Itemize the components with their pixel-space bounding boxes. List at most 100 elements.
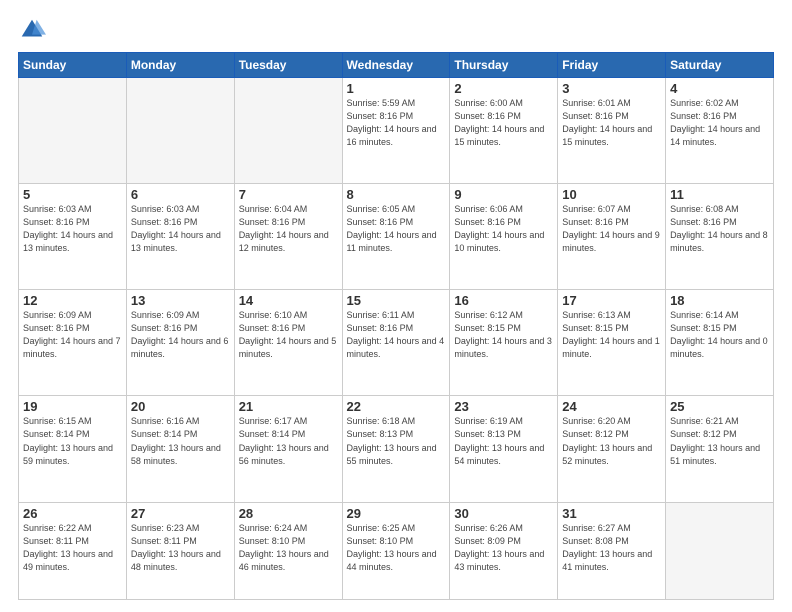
weekday-header-tuesday: Tuesday — [234, 53, 342, 78]
day-number: 17 — [562, 293, 661, 308]
day-number: 3 — [562, 81, 661, 96]
day-info: Sunrise: 6:25 AM Sunset: 8:10 PM Dayligh… — [347, 522, 446, 574]
day-number: 31 — [562, 506, 661, 521]
day-number: 18 — [670, 293, 769, 308]
calendar-table: SundayMondayTuesdayWednesdayThursdayFrid… — [18, 52, 774, 600]
weekday-header-thursday: Thursday — [450, 53, 558, 78]
day-info: Sunrise: 6:14 AM Sunset: 8:15 PM Dayligh… — [670, 309, 769, 361]
day-info: Sunrise: 6:20 AM Sunset: 8:12 PM Dayligh… — [562, 415, 661, 467]
day-info: Sunrise: 6:27 AM Sunset: 8:08 PM Dayligh… — [562, 522, 661, 574]
day-info: Sunrise: 6:26 AM Sunset: 8:09 PM Dayligh… — [454, 522, 553, 574]
header — [18, 16, 774, 44]
day-number: 27 — [131, 506, 230, 521]
calendar-cell: 30Sunrise: 6:26 AM Sunset: 8:09 PM Dayli… — [450, 502, 558, 599]
day-info: Sunrise: 6:12 AM Sunset: 8:15 PM Dayligh… — [454, 309, 553, 361]
day-number: 4 — [670, 81, 769, 96]
day-info: Sunrise: 6:08 AM Sunset: 8:16 PM Dayligh… — [670, 203, 769, 255]
calendar-cell: 23Sunrise: 6:19 AM Sunset: 8:13 PM Dayli… — [450, 396, 558, 502]
day-number: 16 — [454, 293, 553, 308]
day-info: Sunrise: 6:10 AM Sunset: 8:16 PM Dayligh… — [239, 309, 338, 361]
day-info: Sunrise: 6:21 AM Sunset: 8:12 PM Dayligh… — [670, 415, 769, 467]
day-info: Sunrise: 6:09 AM Sunset: 8:16 PM Dayligh… — [131, 309, 230, 361]
calendar-cell — [234, 78, 342, 184]
page: SundayMondayTuesdayWednesdayThursdayFrid… — [0, 0, 792, 612]
weekday-header-row: SundayMondayTuesdayWednesdayThursdayFrid… — [19, 53, 774, 78]
day-number: 19 — [23, 399, 122, 414]
day-info: Sunrise: 6:22 AM Sunset: 8:11 PM Dayligh… — [23, 522, 122, 574]
day-info: Sunrise: 6:23 AM Sunset: 8:11 PM Dayligh… — [131, 522, 230, 574]
day-number: 11 — [670, 187, 769, 202]
calendar-cell: 22Sunrise: 6:18 AM Sunset: 8:13 PM Dayli… — [342, 396, 450, 502]
day-info: Sunrise: 6:16 AM Sunset: 8:14 PM Dayligh… — [131, 415, 230, 467]
day-info: Sunrise: 6:24 AM Sunset: 8:10 PM Dayligh… — [239, 522, 338, 574]
day-number: 15 — [347, 293, 446, 308]
calendar-week-5: 26Sunrise: 6:22 AM Sunset: 8:11 PM Dayli… — [19, 502, 774, 599]
calendar-cell — [126, 78, 234, 184]
day-number: 6 — [131, 187, 230, 202]
calendar-week-4: 19Sunrise: 6:15 AM Sunset: 8:14 PM Dayli… — [19, 396, 774, 502]
calendar-cell: 29Sunrise: 6:25 AM Sunset: 8:10 PM Dayli… — [342, 502, 450, 599]
day-info: Sunrise: 5:59 AM Sunset: 8:16 PM Dayligh… — [347, 97, 446, 149]
calendar-cell: 18Sunrise: 6:14 AM Sunset: 8:15 PM Dayli… — [666, 290, 774, 396]
day-info: Sunrise: 6:04 AM Sunset: 8:16 PM Dayligh… — [239, 203, 338, 255]
calendar-cell: 21Sunrise: 6:17 AM Sunset: 8:14 PM Dayli… — [234, 396, 342, 502]
calendar-cell: 4Sunrise: 6:02 AM Sunset: 8:16 PM Daylig… — [666, 78, 774, 184]
weekday-header-sunday: Sunday — [19, 53, 127, 78]
day-number: 14 — [239, 293, 338, 308]
calendar-cell: 7Sunrise: 6:04 AM Sunset: 8:16 PM Daylig… — [234, 184, 342, 290]
calendar-cell: 19Sunrise: 6:15 AM Sunset: 8:14 PM Dayli… — [19, 396, 127, 502]
calendar-cell: 20Sunrise: 6:16 AM Sunset: 8:14 PM Dayli… — [126, 396, 234, 502]
day-number: 26 — [23, 506, 122, 521]
day-info: Sunrise: 6:11 AM Sunset: 8:16 PM Dayligh… — [347, 309, 446, 361]
calendar-cell: 14Sunrise: 6:10 AM Sunset: 8:16 PM Dayli… — [234, 290, 342, 396]
calendar-cell: 28Sunrise: 6:24 AM Sunset: 8:10 PM Dayli… — [234, 502, 342, 599]
day-info: Sunrise: 6:09 AM Sunset: 8:16 PM Dayligh… — [23, 309, 122, 361]
calendar-cell: 12Sunrise: 6:09 AM Sunset: 8:16 PM Dayli… — [19, 290, 127, 396]
day-info: Sunrise: 6:03 AM Sunset: 8:16 PM Dayligh… — [23, 203, 122, 255]
day-info: Sunrise: 6:03 AM Sunset: 8:16 PM Dayligh… — [131, 203, 230, 255]
calendar-cell: 5Sunrise: 6:03 AM Sunset: 8:16 PM Daylig… — [19, 184, 127, 290]
day-info: Sunrise: 6:15 AM Sunset: 8:14 PM Dayligh… — [23, 415, 122, 467]
day-number: 7 — [239, 187, 338, 202]
day-info: Sunrise: 6:02 AM Sunset: 8:16 PM Dayligh… — [670, 97, 769, 149]
calendar-cell: 16Sunrise: 6:12 AM Sunset: 8:15 PM Dayli… — [450, 290, 558, 396]
calendar-cell: 2Sunrise: 6:00 AM Sunset: 8:16 PM Daylig… — [450, 78, 558, 184]
calendar-cell: 31Sunrise: 6:27 AM Sunset: 8:08 PM Dayli… — [558, 502, 666, 599]
weekday-header-saturday: Saturday — [666, 53, 774, 78]
weekday-header-friday: Friday — [558, 53, 666, 78]
day-number: 23 — [454, 399, 553, 414]
day-info: Sunrise: 6:19 AM Sunset: 8:13 PM Dayligh… — [454, 415, 553, 467]
day-number: 13 — [131, 293, 230, 308]
day-info: Sunrise: 6:07 AM Sunset: 8:16 PM Dayligh… — [562, 203, 661, 255]
calendar-week-3: 12Sunrise: 6:09 AM Sunset: 8:16 PM Dayli… — [19, 290, 774, 396]
day-number: 1 — [347, 81, 446, 96]
calendar-cell: 10Sunrise: 6:07 AM Sunset: 8:16 PM Dayli… — [558, 184, 666, 290]
day-number: 28 — [239, 506, 338, 521]
calendar-cell: 15Sunrise: 6:11 AM Sunset: 8:16 PM Dayli… — [342, 290, 450, 396]
calendar-cell: 25Sunrise: 6:21 AM Sunset: 8:12 PM Dayli… — [666, 396, 774, 502]
day-info: Sunrise: 6:05 AM Sunset: 8:16 PM Dayligh… — [347, 203, 446, 255]
calendar-cell: 6Sunrise: 6:03 AM Sunset: 8:16 PM Daylig… — [126, 184, 234, 290]
day-number: 29 — [347, 506, 446, 521]
calendar-cell: 27Sunrise: 6:23 AM Sunset: 8:11 PM Dayli… — [126, 502, 234, 599]
day-number: 21 — [239, 399, 338, 414]
day-number: 20 — [131, 399, 230, 414]
day-number: 2 — [454, 81, 553, 96]
day-info: Sunrise: 6:18 AM Sunset: 8:13 PM Dayligh… — [347, 415, 446, 467]
day-number: 30 — [454, 506, 553, 521]
day-number: 22 — [347, 399, 446, 414]
calendar-cell: 3Sunrise: 6:01 AM Sunset: 8:16 PM Daylig… — [558, 78, 666, 184]
weekday-header-wednesday: Wednesday — [342, 53, 450, 78]
day-number: 8 — [347, 187, 446, 202]
day-number: 5 — [23, 187, 122, 202]
day-number: 25 — [670, 399, 769, 414]
day-number: 12 — [23, 293, 122, 308]
day-number: 10 — [562, 187, 661, 202]
calendar-cell: 24Sunrise: 6:20 AM Sunset: 8:12 PM Dayli… — [558, 396, 666, 502]
logo-icon — [18, 16, 46, 44]
calendar-cell: 9Sunrise: 6:06 AM Sunset: 8:16 PM Daylig… — [450, 184, 558, 290]
calendar-cell: 1Sunrise: 5:59 AM Sunset: 8:16 PM Daylig… — [342, 78, 450, 184]
calendar-cell: 26Sunrise: 6:22 AM Sunset: 8:11 PM Dayli… — [19, 502, 127, 599]
weekday-header-monday: Monday — [126, 53, 234, 78]
calendar-cell — [666, 502, 774, 599]
